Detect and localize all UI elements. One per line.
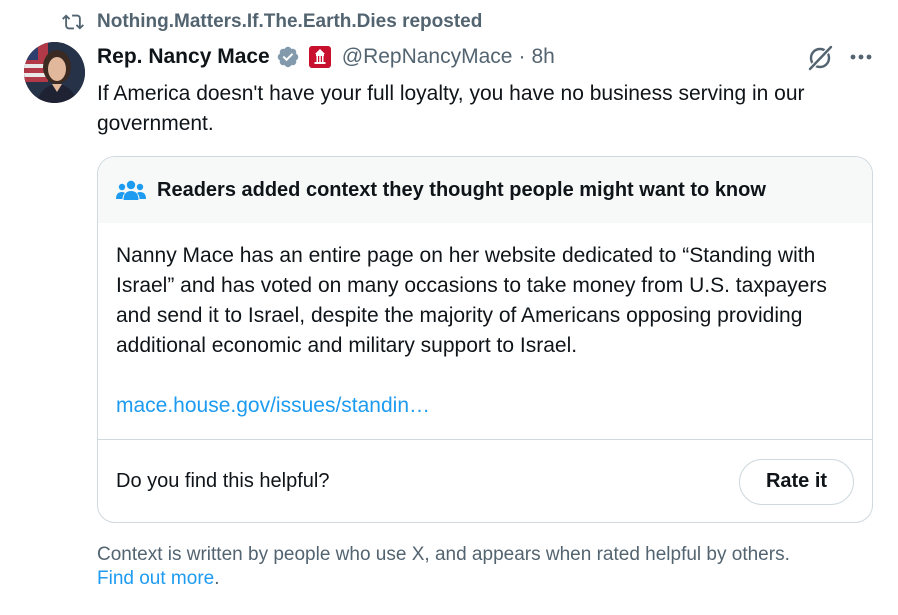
- timestamp[interactable]: 8h: [531, 45, 554, 69]
- community-note-text: Nanny Mace has an entire page on her web…: [116, 244, 827, 357]
- verified-badge-icon[interactable]: [276, 45, 300, 69]
- helpful-question: Do you find this helpful?: [116, 470, 330, 492]
- context-disclaimer: Context is written by people who use X, …: [97, 543, 877, 591]
- tweet-header: Rep. Nancy Mace @RepNancyMace · 8h: [97, 42, 555, 72]
- grok-icon[interactable]: [806, 44, 834, 72]
- repost-icon: [62, 11, 84, 33]
- tweet-text: If America doesn't have your full loyalt…: [97, 82, 805, 135]
- display-name[interactable]: Rep. Nancy Mace: [97, 45, 270, 69]
- community-note-body: Nanny Mace has an entire page on her web…: [98, 223, 872, 439]
- disclaimer-text: Context is written by people who use X, …: [97, 544, 790, 565]
- avatar[interactable]: [24, 42, 85, 103]
- people-icon: [116, 179, 146, 201]
- community-note-title: Readers added context they thought peopl…: [157, 178, 766, 201]
- repost-text: Nothing.Matters.If.The.Earth.Dies repost…: [97, 11, 483, 32]
- disclaimer-suffix: .: [214, 568, 220, 589]
- handle[interactable]: @RepNancyMace: [342, 45, 513, 69]
- community-note-header: Readers added context they thought peopl…: [98, 157, 872, 223]
- rate-it-button[interactable]: Rate it: [739, 458, 854, 505]
- find-out-more-link[interactable]: Find out more: [97, 568, 214, 589]
- community-note-footer: Do you find this helpful? Rate it: [98, 440, 872, 522]
- affiliation-badge-icon[interactable]: [308, 45, 332, 69]
- community-note-link[interactable]: mace.house.gov/issues/standin…: [116, 391, 854, 421]
- separator-dot: ·: [518, 45, 526, 68]
- community-note: Readers added context they thought peopl…: [97, 156, 873, 523]
- repost-indicator[interactable]: Nothing.Matters.If.The.Earth.Dies repost…: [62, 11, 482, 33]
- more-icon[interactable]: [848, 46, 874, 68]
